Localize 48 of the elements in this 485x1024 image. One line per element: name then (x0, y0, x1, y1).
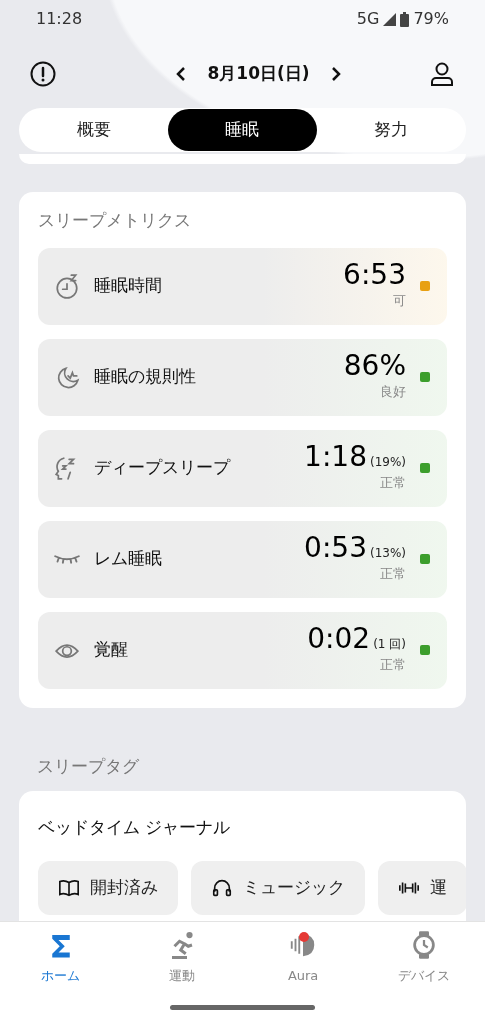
battery-icon (400, 11, 410, 27)
alert-icon[interactable] (30, 61, 56, 87)
clock-icon (54, 273, 80, 299)
tag-chip[interactable]: ミュージック (191, 860, 365, 915)
metric-value: 1:18 (304, 443, 367, 472)
section-title: スリープメトリクス (38, 209, 192, 232)
metric-name: 睡眠時間 (94, 274, 162, 298)
tag-chip[interactable]: 運 (378, 860, 466, 915)
nav-tab[interactable]: ホーム (0, 922, 122, 987)
metric-value: 0:53 (304, 534, 367, 563)
metric-detail: (19%) (369, 454, 406, 472)
section-title: スリープタグ (37, 754, 140, 778)
metric-row[interactable]: ディープスリープ 1:18(19%) 正常 (38, 429, 447, 507)
metric-name: レム睡眠 (94, 547, 162, 571)
date-label: 8月10日(日) (207, 62, 310, 86)
status-time: 11:28 (36, 8, 83, 30)
metric-detail: (1 回) (373, 636, 406, 654)
metric-detail: (13%) (369, 545, 406, 563)
metric-name: 睡眠の規則性 (94, 365, 196, 389)
metric-value: 0:02 (307, 625, 371, 654)
metric-rating: 正常 (380, 565, 406, 584)
tag-chip[interactable]: 開封済み (38, 860, 178, 915)
profile-icon[interactable] (429, 61, 455, 87)
closed-eye-icon (54, 554, 80, 564)
metric-value: 6:53 (343, 261, 406, 290)
metric-row[interactable]: 睡眠の規則性 86% 良好 (38, 338, 447, 416)
metric-row[interactable]: レム睡眠 0:53(13%) 正常 (38, 520, 447, 598)
tab[interactable]: 概要 (20, 109, 169, 151)
nav-tab[interactable]: デバイス (363, 922, 485, 987)
tab[interactable]: 睡眠 (168, 109, 317, 151)
metric-value: 86% (343, 352, 406, 381)
signal-icon (383, 12, 397, 26)
metric-rating: 正常 (380, 656, 406, 675)
metric-row[interactable]: 覚醒 0:02(1 回) 正常 (38, 611, 447, 689)
network-type: 5G (356, 8, 380, 30)
chevron-left-icon[interactable] (175, 66, 188, 82)
metric-row[interactable]: 睡眠時間 6:53 可 (38, 247, 447, 325)
metric-rating: 正常 (380, 474, 406, 493)
battery-level: 79% (413, 8, 449, 30)
card-title: ベッドタイム ジャーナル (38, 816, 232, 839)
tab[interactable]: 努力 (316, 109, 465, 151)
chevron-right-icon[interactable] (329, 66, 342, 82)
metric-name: ディープスリープ (94, 456, 230, 480)
metric-rating: 良好 (380, 383, 406, 402)
nav-tab[interactable]: 運動 (121, 922, 243, 987)
metric-rating: 可 (393, 292, 406, 311)
metric-name: 覚醒 (94, 638, 128, 662)
nav-tab[interactable]: Aura (242, 922, 364, 987)
